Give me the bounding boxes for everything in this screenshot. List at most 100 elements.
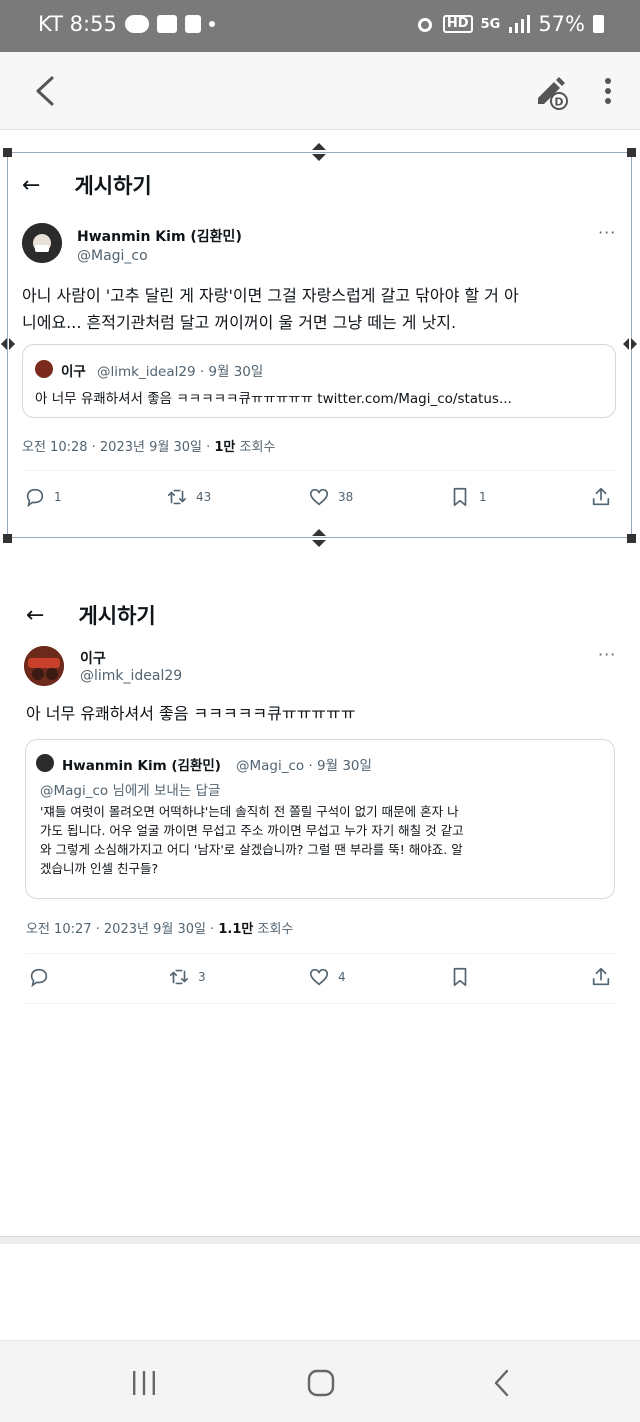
quote-text: 아 너무 유쾌하셔서 좋음 ㅋㅋㅋㅋㅋ큐ㅠㅠㅠㅠㅠ twitter.com/Ma… (35, 391, 512, 407)
quote-reply-to: @Magi_co 님에게 보내는 답글 (40, 783, 221, 799)
retweet-icon (167, 489, 187, 505)
talk-icon (124, 15, 149, 33)
home-icon[interactable] (307, 1369, 335, 1397)
hd-icon: HD (442, 15, 473, 33)
resize-handle-top-right[interactable] (627, 148, 636, 157)
post2-views-label: 조회수 (253, 922, 294, 937)
post1-retweet-button[interactable]: 43 (166, 486, 211, 508)
post1-views: 1만 (214, 440, 236, 455)
bookmark-icon (453, 967, 467, 987)
post2-author-handle[interactable]: @limk_ideal29 (80, 668, 182, 684)
share-icon (592, 487, 610, 506)
battery-percent: 57% (538, 12, 585, 36)
post2-author-name[interactable]: 이구 (80, 648, 106, 668)
post1-body-line2: 니에요... 흔적기관처럼 달고 꺼이꺼이 울 거면 그냥 떼는 게 낫지. (22, 313, 457, 332)
post2-reply-button[interactable] (28, 966, 50, 988)
post1-timestamp: 오전 10:28 · 2023년 9월 30일 · (22, 440, 215, 455)
recent-apps-icon[interactable] (130, 1369, 158, 1397)
share-icon (592, 967, 610, 986)
quote-avatar (35, 360, 53, 378)
post1-author-name[interactable]: Hwanmin Kim (김환민) (77, 226, 242, 246)
quote-meta: @limk_ideal29 · 9월 30일 (97, 364, 264, 380)
post1-body: 아니 사람이 '고추 달린 게 자랑'이면 그걸 자랑스럽게 갈고 닦아야 할 … (22, 282, 622, 336)
post1-share-button[interactable] (590, 486, 612, 508)
post1-quote-card[interactable]: 이구 @limk_ideal29 · 9월 30일 아 너무 유쾌하셔서 좋음 … (22, 344, 616, 418)
resize-handle-bottom-right[interactable] (627, 534, 636, 543)
post2-retweet-count: 3 (198, 970, 206, 984)
signal-icon (509, 15, 531, 33)
content-bottom-separator (0, 1236, 640, 1244)
status-bar: KT 8:55 HD 5G 57% (0, 0, 640, 52)
bookmark-icon (453, 487, 467, 507)
resize-handle-bottom[interactable] (310, 528, 328, 548)
post2-like-count: 4 (338, 970, 346, 984)
post1-more-icon[interactable]: ··· (598, 223, 616, 242)
status-right: HD 5G 57% (415, 12, 604, 36)
post2-retweet-button[interactable]: 3 (168, 966, 206, 988)
post1-avatar[interactable] (22, 223, 62, 263)
post2-bookmark-button[interactable] (449, 966, 471, 988)
post1-header-title: 게시하기 (74, 174, 152, 198)
reply-icon (26, 488, 44, 508)
quote-author-name: 이구 (61, 364, 86, 380)
post2-share-button[interactable] (590, 966, 612, 988)
post2-more-icon[interactable]: ··· (598, 645, 616, 664)
quote-meta: @Magi_co · 9월 30일 (236, 758, 372, 774)
post2-header-title: 게시하기 (78, 604, 156, 628)
post2-divider-top (26, 953, 616, 954)
post2-timestamp: 오전 10:27 · 2023년 9월 30일 · (26, 922, 219, 937)
quote-avatar (36, 754, 54, 772)
quote-line1: '쟤들 여럿이 몰려오면 어떡하냐'는데 솔직히 전 쫄릴 구석이 없기 때문에… (40, 804, 459, 819)
resize-handle-right[interactable] (622, 336, 638, 352)
post1-meta: 오전 10:28 · 2023년 9월 30일 · 1만 조회수 (22, 436, 275, 455)
post1-header: ← 게시하기 (22, 170, 152, 200)
quote-line2: 가도 됩니다. 어우 얼굴 까이면 무섭고 주소 까이면 무섭고 누가 자기 해… (40, 823, 464, 838)
svg-text:D: D (554, 96, 563, 109)
back-icon[interactable] (488, 1369, 516, 1397)
post1-like-button[interactable]: 38 (308, 486, 353, 508)
post2-views: 1.1만 (218, 922, 254, 937)
resize-handle-top-left[interactable] (3, 148, 12, 157)
notification-dot-icon (208, 21, 215, 27)
post1-like-count: 38 (338, 490, 354, 504)
reply-icon (30, 968, 48, 988)
alarm-icon (417, 18, 432, 32)
app-bar: D (0, 52, 640, 130)
back-arrow-icon[interactable] (28, 72, 64, 110)
system-nav-bar (0, 1340, 640, 1422)
quote-text: '쟤들 여럿이 몰려오면 어떡하냐'는데 솔직히 전 쫄릴 구석이 없기 때문에… (40, 802, 612, 878)
post2-avatar[interactable] (24, 646, 64, 686)
document-icon (184, 15, 201, 33)
gallery-icon (156, 15, 177, 33)
resize-handle-top[interactable] (310, 142, 328, 162)
quote-author-name: Hwanmin Kim (김환민) (62, 758, 221, 774)
post1-retweet-count: 43 (196, 490, 212, 504)
resize-handle-bottom-left[interactable] (3, 534, 12, 543)
post2-divider-bottom (26, 1003, 616, 1004)
post2-quote-card[interactable]: Hwanmin Kim (김환민) @Magi_co · 9월 30일 @Mag… (25, 739, 615, 899)
edit-icon[interactable]: D (532, 74, 570, 110)
resize-handle-left[interactable] (0, 336, 16, 352)
heart-icon (309, 488, 329, 506)
more-vert-icon[interactable] (596, 72, 620, 110)
post1-views-label: 조회수 (235, 440, 276, 455)
heart-icon (309, 968, 329, 986)
post2-body: 아 너무 유쾌하셔서 좋음 ㅋㅋㅋㅋㅋ큐ㅠㅠㅠㅠㅠ (26, 704, 356, 723)
back-arrow-icon[interactable]: ← (22, 173, 40, 198)
post1-bookmark-button[interactable]: 1 (449, 486, 487, 508)
post1-divider (22, 470, 616, 471)
post1-reply-button[interactable]: 1 (24, 486, 62, 508)
network-label: 5G (480, 16, 501, 32)
post1-body-line1: 아니 사람이 '고추 달린 게 자랑'이면 그걸 자랑스럽게 갈고 닦아야 할 … (22, 286, 519, 305)
post2-like-button[interactable]: 4 (308, 966, 346, 988)
post1-reply-count: 1 (54, 490, 62, 504)
post2-header: ← 게시하기 (26, 600, 156, 630)
post2-meta: 오전 10:27 · 2023년 9월 30일 · 1.1만 조회수 (26, 918, 293, 937)
post1-author-handle[interactable]: @Magi_co (77, 248, 148, 264)
back-arrow-icon[interactable]: ← (26, 603, 44, 628)
retweet-icon (169, 969, 189, 985)
battery-icon (593, 15, 604, 33)
post1-bookmark-count: 1 (479, 490, 487, 504)
carrier-time: KT 8:55 (38, 12, 117, 36)
quote-line3: 와 그렇게 소심해가지고 어디 '남자'로 살겠습니까? 그럴 땐 부라를 뚝!… (40, 842, 463, 857)
